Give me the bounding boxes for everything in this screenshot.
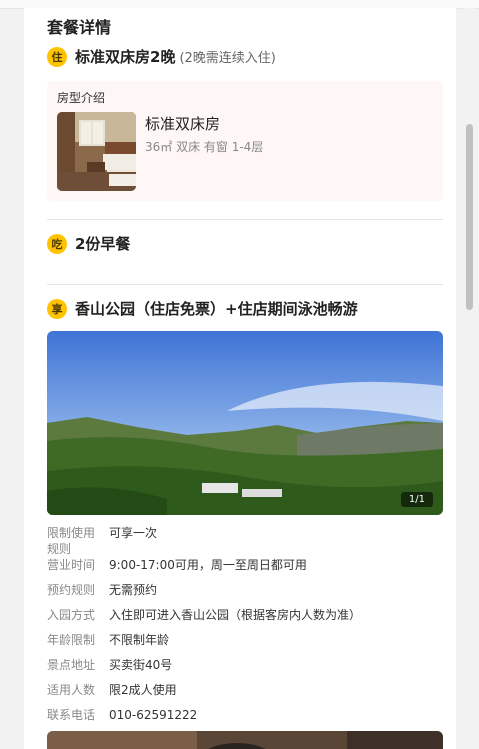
meal-section-header: 吃 2份早餐	[47, 233, 130, 254]
scrollbar-track[interactable]	[463, 8, 475, 749]
enjoy-title: 香山公园（住店免票）+住店期间泳池畅游	[75, 300, 358, 318]
detail-value: 买卖街40号	[109, 658, 173, 672]
enjoy-section-header: 享 香山公园（住店免票）+住店期间泳池畅游	[47, 298, 358, 319]
stay-badge-icon: 住	[47, 46, 67, 67]
divider	[47, 284, 443, 285]
enjoy-badge-icon: 享	[47, 298, 67, 319]
section-title: 套餐详情	[47, 18, 112, 37]
room-name: 标准双床房	[145, 115, 221, 133]
detail-value: 不限制年龄	[109, 633, 170, 647]
photo-counter: 1/1	[400, 492, 433, 507]
attraction-photo[interactable]: 1/1	[47, 331, 443, 515]
detail-label: 联系电话	[47, 708, 96, 722]
detail-value: 可享一次	[109, 526, 158, 540]
package-details-card: 套餐详情 住 标准双床房2晚 (2晚需连续入住) 房型介绍 标准双床房 36㎡ …	[24, 8, 456, 749]
meal-badge-icon: 吃	[47, 233, 67, 254]
divider	[47, 219, 443, 220]
detail-label: 限制使用规则	[47, 526, 96, 556]
detail-label: 入园方式	[47, 608, 96, 622]
scrollbar-thumb[interactable]	[466, 124, 473, 310]
stay-section-header: 住 标准双床房2晚 (2晚需连续入住)	[47, 46, 276, 67]
detail-value: 限2成人使用	[109, 683, 177, 697]
stay-note: (2晚需连续入住)	[179, 51, 276, 66]
detail-label: 营业时间	[47, 558, 96, 572]
detail-value: 010-62591222	[109, 708, 198, 722]
detail-label: 年龄限制	[47, 633, 96, 647]
detail-value: 无需预约	[109, 583, 158, 597]
room-intro-label: 房型介绍	[57, 91, 106, 105]
next-photo[interactable]	[47, 731, 443, 749]
room-photo[interactable]	[57, 112, 136, 191]
room-intro-box[interactable]: 房型介绍 标准双床房 36㎡ 双床 有窗 1-4层	[47, 81, 443, 201]
meal-title: 2份早餐	[75, 235, 131, 253]
detail-value: 入住即可进入香山公园（根据客房内人数为准）	[109, 608, 362, 622]
room-meta: 36㎡ 双床 有窗 1-4层	[145, 140, 264, 154]
detail-label: 适用人数	[47, 683, 96, 697]
stay-title: 标准双床房2晚	[75, 48, 176, 66]
detail-value: 9:00-17:00可用，周一至周日都可用	[109, 558, 307, 572]
detail-row: 限制使用规则 可享一次	[47, 525, 443, 557]
detail-label: 预约规则	[47, 583, 96, 597]
detail-label: 景点地址	[47, 658, 96, 672]
